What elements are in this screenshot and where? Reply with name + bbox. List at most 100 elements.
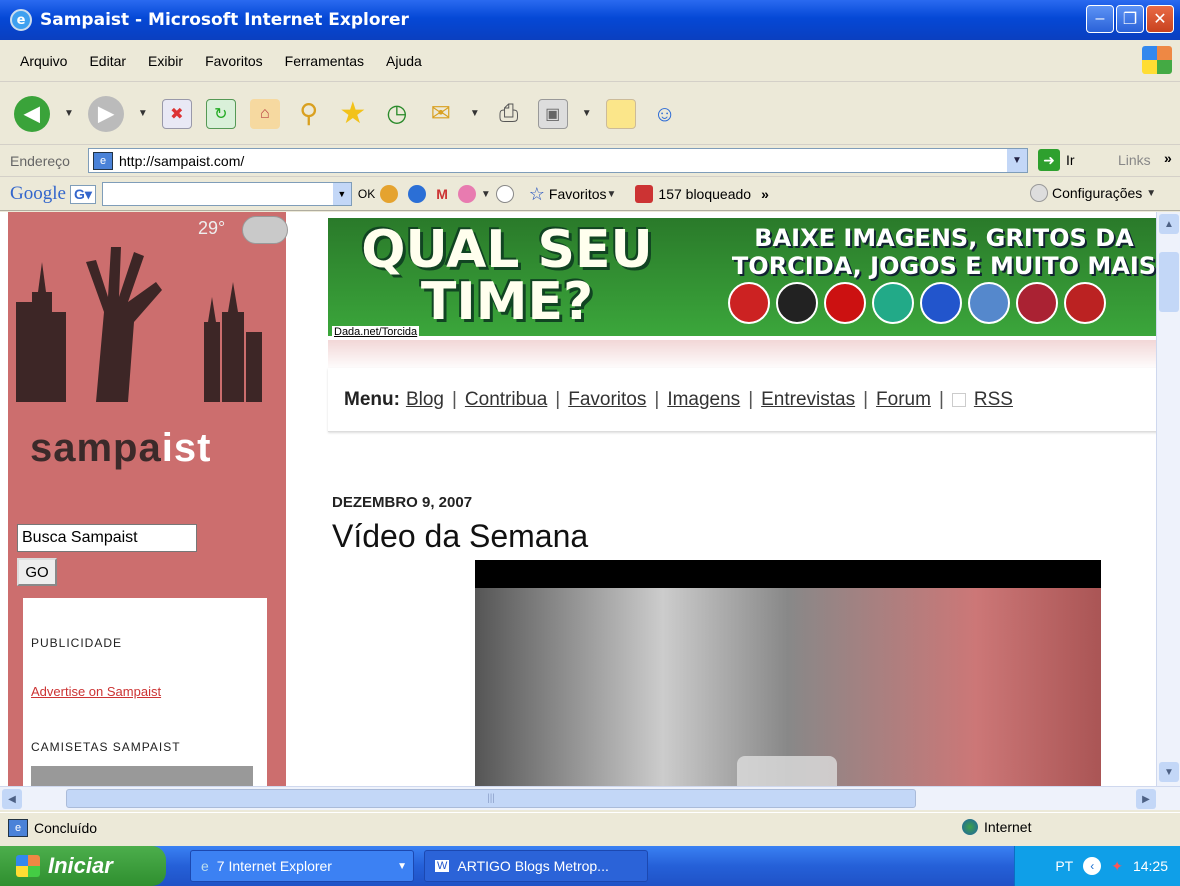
google-search-input[interactable]: ▼ bbox=[101, 182, 352, 206]
taskbar-word-doc[interactable]: W ARTIGO Blogs Metrop... bbox=[424, 850, 648, 882]
home-icon[interactable]: ⌂ bbox=[249, 98, 280, 129]
publicidade-heading: PUBLICIDADE bbox=[31, 636, 123, 650]
close-button[interactable]: ✕ bbox=[1146, 5, 1174, 33]
settings-label: Configurações bbox=[1052, 185, 1143, 201]
crest-icon bbox=[920, 282, 962, 324]
play-button[interactable] bbox=[737, 756, 837, 786]
orkut-icon[interactable] bbox=[495, 185, 514, 203]
scroll-up-icon[interactable]: ▲ bbox=[1159, 214, 1179, 234]
sidebar-go-button[interactable]: GO bbox=[17, 558, 57, 586]
favorites-star-icon[interactable]: ★ bbox=[338, 97, 368, 130]
back-dropdown-icon[interactable]: ▼ bbox=[64, 108, 74, 119]
start-button[interactable]: Iniciar bbox=[0, 846, 166, 886]
blogger-icon[interactable] bbox=[408, 185, 427, 203]
horizontal-scroll-thumb[interactable]: ||| bbox=[66, 789, 916, 808]
bookmark-icon[interactable] bbox=[457, 185, 476, 203]
pagerank-icon[interactable] bbox=[380, 185, 399, 203]
history-icon[interactable]: ◷ bbox=[382, 99, 412, 129]
crest-icon bbox=[968, 282, 1010, 324]
header-gradient bbox=[328, 340, 1158, 370]
menu-editar[interactable]: Editar bbox=[89, 53, 126, 69]
content-area: QUAL SEU TIME? BAIXE IMAGENS, GRITOS DA … bbox=[328, 212, 1158, 786]
gmail-icon[interactable]: M bbox=[436, 186, 448, 202]
links-chevron-icon[interactable]: » bbox=[1164, 150, 1172, 166]
sidebar-widget: PUBLICIDADE Advertise on Sampaist CAMISE… bbox=[23, 598, 267, 786]
google-chevron-icon[interactable]: » bbox=[761, 186, 769, 202]
vertical-scrollbar[interactable]: ▲ ▼ bbox=[1156, 212, 1180, 786]
print-icon[interactable]: ⎙ bbox=[494, 99, 524, 129]
notes-icon[interactable] bbox=[605, 98, 636, 129]
banner-link[interactable]: Dada.net/Torcida bbox=[332, 326, 420, 338]
settings-icon bbox=[1030, 184, 1048, 202]
menu-favoritos[interactable]: Favoritos bbox=[205, 53, 263, 69]
minimize-button[interactable]: – bbox=[1086, 5, 1114, 33]
menu-link-favoritos[interactable]: Favoritos bbox=[568, 389, 646, 411]
language-indicator[interactable]: PT bbox=[1055, 858, 1073, 874]
google-favorites-button[interactable]: Favoritos bbox=[549, 186, 607, 202]
google-settings-button[interactable]: Configurações ▼ bbox=[1030, 184, 1156, 202]
ad-banner[interactable]: QUAL SEU TIME? BAIXE IMAGENS, GRITOS DA … bbox=[328, 218, 1158, 336]
menu-link-rss[interactable]: RSS bbox=[974, 389, 1013, 411]
google-ok-button[interactable]: OK bbox=[358, 187, 375, 201]
google-search-dropdown-icon[interactable]: ▼ bbox=[332, 183, 351, 205]
search-icon[interactable]: ⚲ bbox=[294, 98, 324, 129]
forward-icon[interactable]: ▶ bbox=[87, 95, 124, 132]
links-button[interactable]: Links bbox=[1118, 152, 1151, 168]
page-viewport: 29° sampaist Busca Sampaist GO PUBLICIDA… bbox=[0, 212, 1180, 786]
post-title[interactable]: Vídeo da Semana bbox=[332, 518, 588, 555]
edit-icon[interactable]: ▣ bbox=[537, 98, 568, 129]
scroll-right-icon[interactable]: ▶ bbox=[1136, 789, 1156, 809]
post-date: DEZEMBRO 9, 2007 bbox=[332, 494, 473, 511]
address-url[interactable]: http://sampaist.com/ bbox=[119, 153, 244, 169]
forward-dropdown-icon[interactable]: ▼ bbox=[138, 108, 148, 119]
menu-exibir[interactable]: Exibir bbox=[148, 53, 183, 69]
horizontal-scrollbar[interactable]: ◀ ||| ▶ bbox=[0, 786, 1180, 810]
page-icon: e bbox=[93, 151, 113, 170]
google-logo[interactable]: Google bbox=[10, 183, 66, 205]
back-icon[interactable]: ◀ bbox=[14, 95, 50, 132]
google-favorites-dropdown-icon[interactable]: ▼ bbox=[607, 189, 617, 200]
banner-right-text: BAIXE IMAGENS, GRITOS DA TORCIDA, JOGOS … bbox=[731, 224, 1157, 280]
menu-ferramentas[interactable]: Ferramentas bbox=[285, 53, 364, 69]
skyline-logo-image bbox=[16, 247, 262, 402]
google-favorites-star-icon[interactable]: ☆ bbox=[529, 184, 545, 205]
menu-link-contribua[interactable]: Contribua bbox=[465, 389, 547, 411]
mail-dropdown-icon[interactable]: ▼ bbox=[470, 108, 480, 119]
tray-expand-icon[interactable]: ‹ bbox=[1083, 857, 1102, 875]
advertise-link[interactable]: Advertise on Sampaist bbox=[31, 684, 161, 699]
popup-blocker-icon[interactable] bbox=[635, 185, 654, 203]
video-player[interactable] bbox=[475, 560, 1101, 786]
menu-link-blog[interactable]: Blog bbox=[406, 389, 444, 411]
address-dropdown-icon[interactable]: ▼ bbox=[1007, 149, 1027, 172]
sidebar-search-input[interactable]: Busca Sampaist bbox=[17, 524, 197, 552]
google-toolbar: Google G▾ ▼ OK M ▼ ☆ Favoritos ▼ 157 blo… bbox=[0, 178, 1180, 211]
menu-arquivo[interactable]: Arquivo bbox=[20, 53, 67, 69]
tshirt-image[interactable] bbox=[31, 766, 253, 786]
mail-icon[interactable]: ✉ bbox=[426, 99, 456, 129]
go-button[interactable]: ➜ Ir bbox=[1038, 149, 1075, 171]
clock: 14:25 bbox=[1132, 858, 1168, 874]
refresh-icon[interactable]: ↻ bbox=[205, 98, 236, 129]
menu-link-imagens[interactable]: Imagens bbox=[667, 389, 740, 411]
go-arrow-icon: ➜ bbox=[1038, 149, 1060, 171]
scroll-down-icon[interactable]: ▼ bbox=[1159, 762, 1179, 782]
messenger-icon[interactable]: ☺ bbox=[650, 99, 680, 129]
network-icon[interactable]: ✦ bbox=[1111, 858, 1123, 875]
google-dropdown-icon[interactable]: ▼ bbox=[481, 189, 491, 200]
popup-blocked-count[interactable]: 157 bloqueado bbox=[658, 186, 751, 202]
menu-ajuda[interactable]: Ajuda bbox=[386, 53, 422, 69]
vertical-scroll-thumb[interactable] bbox=[1159, 252, 1179, 312]
window-title: Sampaist - Microsoft Internet Explorer bbox=[40, 10, 409, 30]
windows-flag-icon bbox=[16, 855, 40, 877]
menu-link-entrevistas[interactable]: Entrevistas bbox=[761, 389, 855, 411]
word-task-icon: W bbox=[435, 860, 450, 872]
edit-dropdown-icon[interactable]: ▼ bbox=[582, 108, 592, 119]
maximize-button[interactable]: ❐ bbox=[1116, 5, 1144, 33]
stop-icon[interactable]: ✖ bbox=[161, 98, 192, 129]
status-text: Concluído bbox=[34, 819, 98, 836]
google-g-icon[interactable]: G▾ bbox=[69, 184, 96, 204]
menu-link-forum[interactable]: Forum bbox=[876, 389, 931, 411]
scroll-left-icon[interactable]: ◀ bbox=[2, 789, 22, 809]
address-input[interactable]: e http://sampaist.com/ ▼ bbox=[88, 148, 1028, 173]
taskbar-ie-group[interactable]: e 7 Internet Explorer ▼ bbox=[190, 850, 414, 882]
